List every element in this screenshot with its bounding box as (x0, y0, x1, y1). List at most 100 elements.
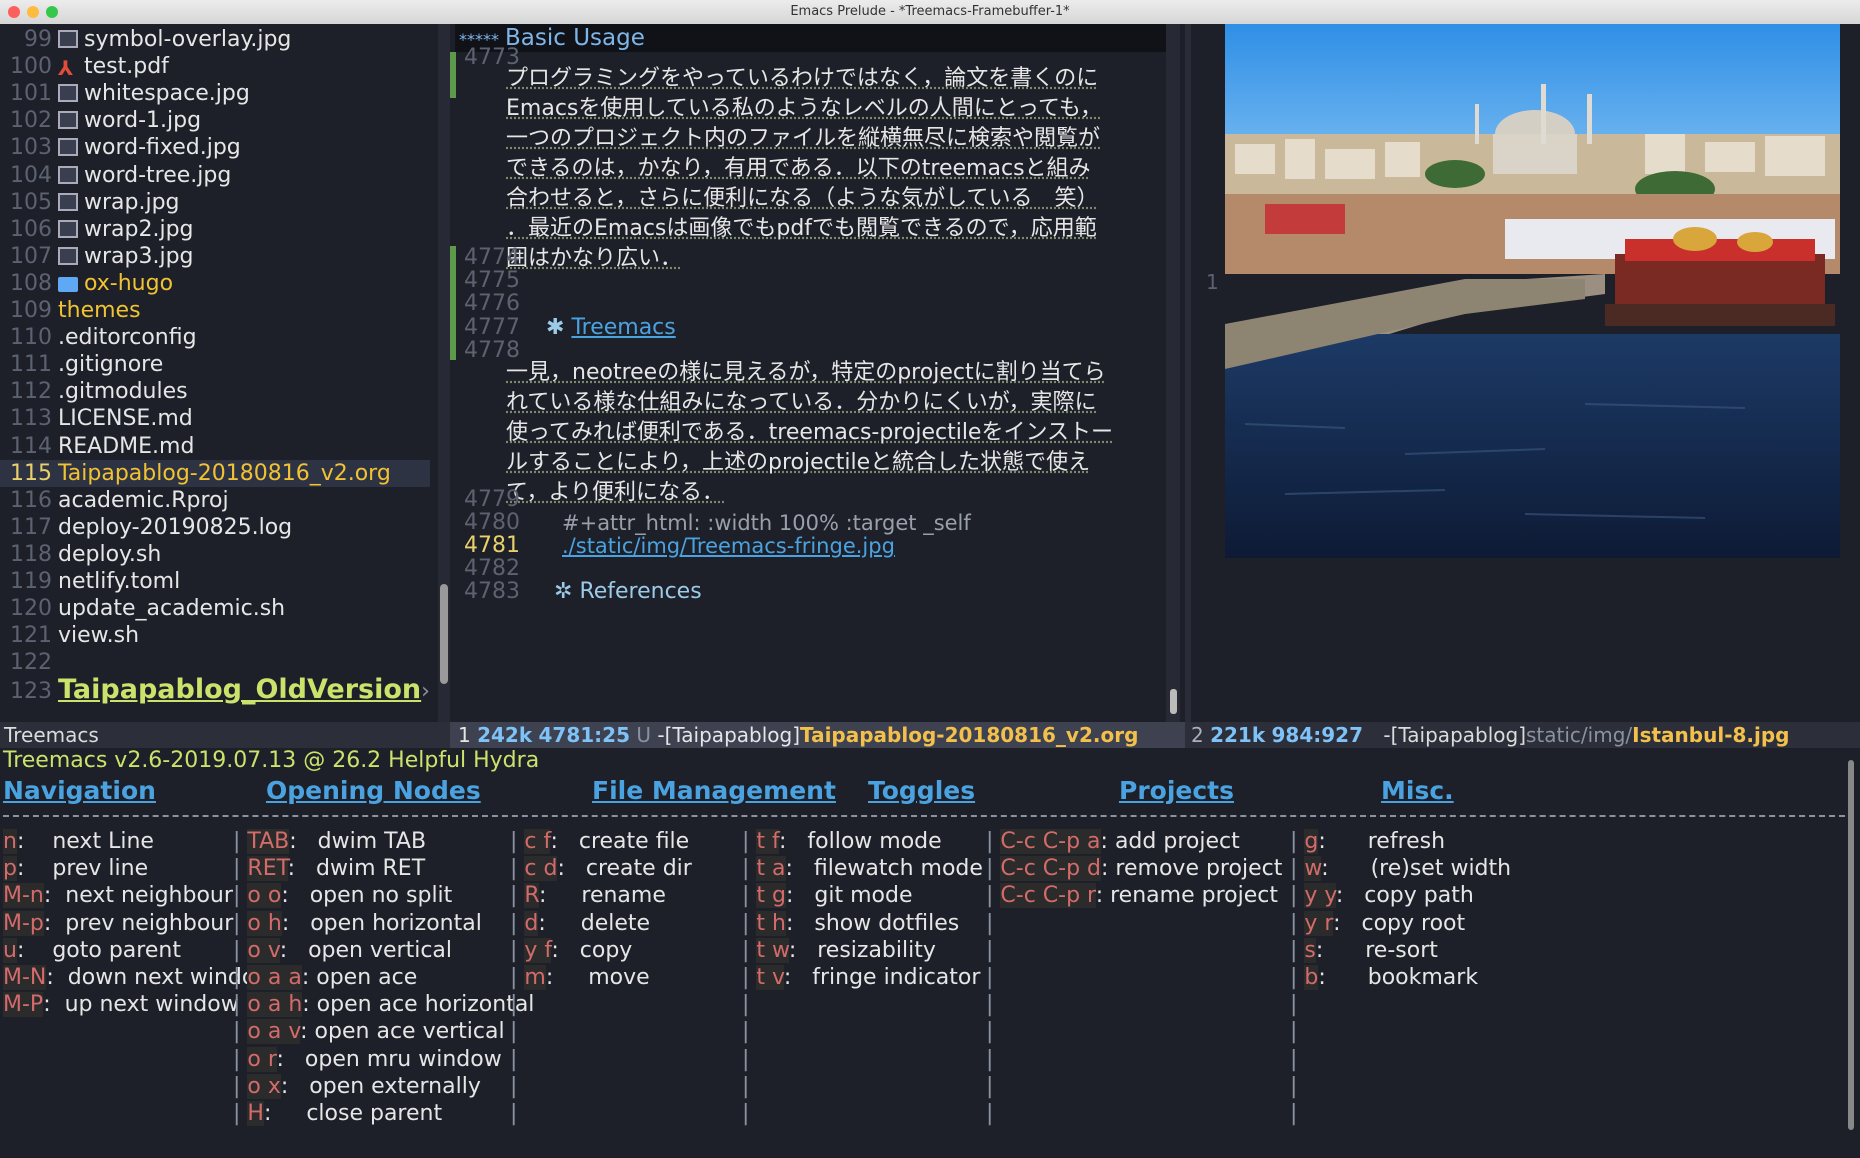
column-separator: | (742, 1019, 757, 1045)
paragraph-line: Emacsを使用している私のようなレベルの人間にとっても， (506, 96, 1102, 121)
hydra-entry[interactable]: | o r: open mru window (233, 1046, 537, 1073)
treemacs-row[interactable]: 103 word-fixed.jpg (0, 134, 430, 161)
treemacs-row[interactable]: 101 whitespace.jpg (0, 80, 430, 107)
treemacs-row[interactable]: 106 wrap2.jpg (0, 216, 430, 243)
treemacs-row[interactable]: 112 .gitmodules (0, 378, 430, 405)
org-editor-pane[interactable]: ***** Basic Usage 4773 プログラミングをやっているわけではな… (450, 24, 1185, 722)
hydra-entry[interactable]: | t f: follow mode (742, 828, 991, 855)
hydra-entry[interactable]: | s: re-sort (1290, 937, 1438, 964)
hydra-entry[interactable]: M-P: up next window (3, 991, 253, 1018)
hydra-entry[interactable]: | t h: show dotfiles (742, 910, 994, 937)
org-heading-basic-usage[interactable]: ***** Basic Usage (455, 24, 1175, 52)
treemacs-row[interactable]: 121 view.sh (0, 622, 430, 649)
hydra-entry[interactable]: | RET: dwim RET (233, 855, 516, 882)
treemacs-row[interactable]: 107 wrap3.jpg (0, 243, 430, 270)
column-separator: | (1290, 1101, 1305, 1126)
treemacs-sidebar[interactable]: 99 symbol-overlay.jpg 100 ⅄ test.pdf 101 white… (0, 24, 438, 722)
hydra-entry[interactable]: | d: delete (510, 910, 706, 937)
hydra-entry[interactable]: n: next Line (3, 828, 210, 855)
hydra-entry[interactable]: M-n: next neighbour (3, 882, 247, 909)
hydra-heading-navigation[interactable]: Navigation (3, 774, 156, 808)
window-number: 1 (458, 723, 471, 747)
hydra-entry[interactable]: | o o: open no split (233, 882, 501, 909)
hydra-entry[interactable]: | C-c C-p d: remove project (986, 855, 1289, 882)
hydra-entry[interactable]: M-p: prev neighbour (3, 910, 247, 937)
hydra-entry[interactable]: | b: bookmark (1290, 964, 1478, 991)
treemacs-row[interactable]: 122 (0, 649, 430, 676)
treemacs-row[interactable]: 110 .editorconfig (0, 324, 430, 351)
treemacs-row[interactable]: 120 update_academic.sh (0, 595, 430, 622)
image-link-line[interactable]: ./static/img/Treemacs-fringe.jpg (562, 531, 1192, 561)
treemacs-row[interactable]: 123 Taipapablog_OldVersion› (0, 676, 430, 704)
org-scrollbar-thumb[interactable] (1170, 689, 1177, 714)
hydra-command: : filewatch mode (785, 856, 1004, 882)
treemacs-row[interactable]: 111 .gitignore (0, 351, 430, 378)
hydra-entry[interactable]: | w: (re)set width (1290, 855, 1511, 882)
treemacs-scrollbar[interactable] (438, 24, 450, 722)
hydra-entry[interactable]: | m: move (510, 964, 713, 991)
hydra-entry[interactable]: | o v: open vertical (233, 937, 501, 964)
org-scrollbar[interactable] (1166, 24, 1180, 722)
org-heading-references[interactable]: ✲ References (554, 577, 1184, 607)
hydra-key: y f (524, 937, 552, 963)
image-file-link[interactable]: ./static/img/Treemacs-fringe.jpg (562, 534, 895, 558)
treemacs-row[interactable]: 116 academic.Rproj (0, 487, 430, 514)
treemacs-row[interactable]: 118 deploy.sh (0, 541, 430, 568)
treemacs-row[interactable]: 102 word-1.jpg (0, 107, 430, 134)
hydra-entry[interactable]: | o a a: open ace (233, 964, 501, 991)
hydra-entry[interactable]: | o a h: open ace horizontal (233, 991, 541, 1018)
hydra-entry[interactable]: | y f: copy (510, 937, 695, 964)
hydra-entry[interactable]: p: prev line (3, 855, 197, 882)
hydra-entry[interactable]: | y r: copy root (1290, 910, 1465, 937)
hydra-entry[interactable]: | o h: open horizontal (233, 910, 517, 937)
treemacs-row[interactable]: 104 word-tree.jpg (0, 162, 430, 189)
hydra-heading-toggles[interactable]: Toggles (868, 774, 975, 808)
hydra-entry[interactable]: | c d: create dir (510, 855, 713, 882)
treemacs-row[interactable]: 100 ⅄ test.pdf (0, 53, 430, 80)
treemacs-row[interactable]: 117 deploy-20190825.log (0, 514, 430, 541)
hydra-entry[interactable]: | t a: filewatch mode (742, 855, 1004, 882)
hydra-heading-projects[interactable]: Projects (1119, 774, 1234, 808)
hydra-command (3, 1047, 129, 1072)
hydra-entry[interactable]: | t g: git mode (742, 882, 982, 909)
treemacs-row[interactable]: 115 Taipapablog-20180816_v2.org (0, 459, 430, 487)
treemacs-heading-link[interactable]: Treemacs (571, 315, 675, 340)
org-heading-treemacs[interactable]: ✱ Treemacs (546, 313, 1176, 343)
hydra-scrollbar[interactable] (1848, 760, 1854, 1130)
treemacs-row[interactable]: 113 LICENSE.md (0, 405, 430, 432)
maximize-window-button[interactable] (46, 6, 58, 18)
column-separator: | (742, 1046, 757, 1072)
treemacs-scrollbar-thumb[interactable] (440, 584, 448, 684)
paragraph-2[interactable]: 一見，neotreeの様に見えるが，特定のprojectに割り当てら れている様な… (506, 358, 1136, 508)
line-number: 109 (10, 298, 52, 323)
treemacs-row[interactable]: 108 ox-hugo (0, 270, 430, 297)
hydra-entry[interactable]: | C-c C-p r: rename project (986, 882, 1285, 909)
hydra-entry[interactable]: | H: close parent (233, 1100, 498, 1127)
hydra-key: o h (247, 910, 282, 936)
hydra-entry[interactable]: | o x: open externally (233, 1073, 516, 1100)
hydra-entry[interactable]: | C-c C-p a: add project (986, 828, 1275, 855)
treemacs-row[interactable]: 109 themes (0, 297, 430, 324)
hydra-heading-misc[interactable]: Misc. (1381, 774, 1454, 808)
treemacs-row[interactable]: 114 README.md (0, 433, 430, 460)
hydra-heading-opening-nodes[interactable]: Opening Nodes (266, 774, 481, 808)
treemacs-row[interactable]: 119 netlify.toml (0, 568, 430, 595)
hydra-entry[interactable]: | g: refresh (1290, 828, 1445, 855)
hydra-entry[interactable]: | TAB: dwim TAB (233, 828, 510, 855)
hydra-entry[interactable]: u: goto parent (3, 937, 216, 964)
hydra-command (1000, 938, 1126, 963)
hydra-heading-file-management[interactable]: File Management (592, 774, 836, 808)
close-window-button[interactable] (8, 6, 20, 18)
hydra-key: u (3, 937, 17, 963)
treemacs-row[interactable]: 99 symbol-overlay.jpg (0, 26, 430, 53)
hydra-entry[interactable]: | o a v: open ace vertical (233, 1018, 526, 1045)
hydra-entry[interactable]: | c f: create file (510, 828, 696, 855)
hydra-entry[interactable]: | R: rename (510, 882, 715, 909)
hydra-entry[interactable]: | y y: copy path (1290, 882, 1474, 909)
hydra-entry[interactable]: | t v: fringe indicator (742, 964, 987, 991)
treemacs-row[interactable]: 105 wrap.jpg (0, 189, 430, 216)
column-separator: | (510, 910, 525, 936)
hydra-entry[interactable]: | t w: resizability (742, 937, 978, 964)
minimize-window-button[interactable] (27, 6, 39, 18)
paragraph-1[interactable]: プログラミングをやっているわけではなく，論文を書くのに Emacsを使用している私… (506, 64, 1136, 274)
